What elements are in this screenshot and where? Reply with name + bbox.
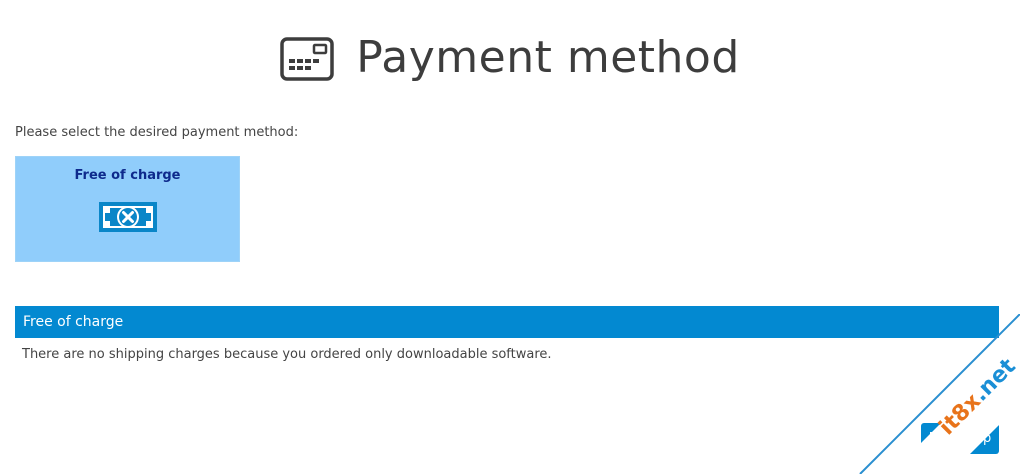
info-panel-text: There are no shipping charges because yo… bbox=[22, 347, 552, 362]
payment-option-free-of-charge[interactable]: Free of charge bbox=[15, 156, 240, 262]
info-panel-title: Free of charge bbox=[15, 306, 999, 338]
next-step-button[interactable]: Next step bbox=[921, 423, 999, 454]
money-bill-x-icon bbox=[98, 202, 157, 232]
watermark-suffix: .net bbox=[968, 354, 1020, 407]
instruction-text: Please select the desired payment method… bbox=[15, 125, 299, 140]
page-title: Payment method bbox=[356, 31, 740, 83]
credit-card-icon bbox=[280, 37, 334, 81]
payment-option-label: Free of charge bbox=[74, 168, 181, 183]
payment-method-page: Payment method Please select the desired… bbox=[0, 0, 1020, 474]
page-header: Payment method bbox=[0, 22, 1020, 92]
